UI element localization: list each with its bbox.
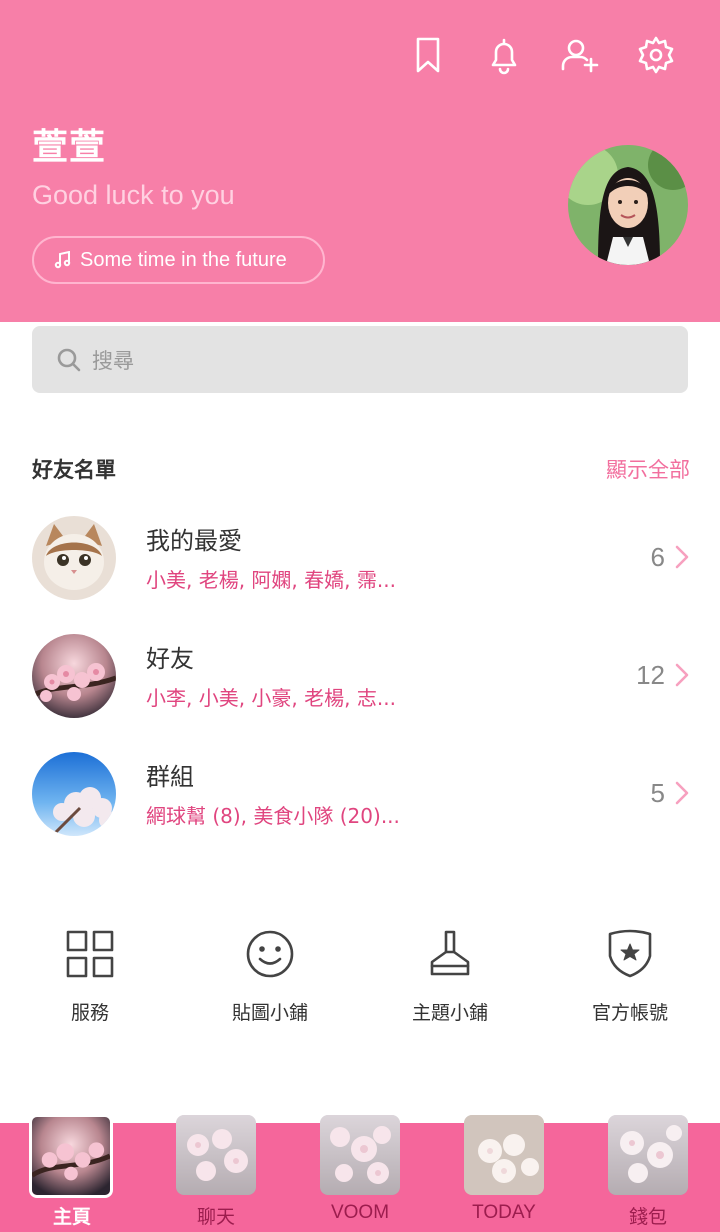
- shortcut-official-accounts[interactable]: 官方帳號: [540, 926, 720, 1036]
- nav-chats[interactable]: 聊天: [171, 1115, 261, 1232]
- list-item-friends[interactable]: 好友 小李, 小美, 小豪, 老楊, 志... 12: [0, 634, 720, 724]
- favorites-thumbnail: [32, 516, 116, 600]
- favorites-count: 6: [650, 542, 665, 572]
- chevron-right-icon: [674, 662, 690, 688]
- friends-members: 小李, 小美, 小豪, 老楊, 志...: [146, 686, 396, 710]
- chevron-right-icon: [674, 544, 690, 570]
- friends-title: 好友: [146, 645, 194, 673]
- home-icon: [29, 1114, 113, 1198]
- bell-icon[interactable]: [476, 32, 532, 78]
- shortcut-sticker-shop-label: 貼圖小鋪: [231, 1002, 308, 1024]
- status-message[interactable]: Good luck to you: [32, 180, 235, 211]
- search-input[interactable]: 搜尋: [32, 326, 688, 393]
- wallet-icon: [608, 1115, 688, 1195]
- settings-icon[interactable]: [628, 32, 684, 78]
- favorites-title: 我的最愛: [146, 527, 242, 555]
- groups-count: 5: [650, 778, 665, 808]
- today-icon: [464, 1115, 544, 1195]
- groups-members: 網球幫 (8), 美食小隊 (20)...: [146, 804, 400, 828]
- smiley-icon: [242, 926, 298, 982]
- nav-voom[interactable]: VOOM: [315, 1115, 405, 1232]
- shortcut-sticker-shop[interactable]: 貼圖小鋪: [180, 926, 360, 1036]
- friends-section-title: 好友名單: [32, 458, 116, 482]
- favorites-members: 小美, 老楊, 阿嫻, 春嬌, 霈...: [146, 568, 396, 592]
- bottom-nav: 主頁 聊天 VOOM TODAY 錢包: [0, 1114, 720, 1232]
- list-item-groups[interactable]: 群組 網球幫 (8), 美食小隊 (20)... 5: [0, 752, 720, 842]
- add-friend-icon[interactable]: [552, 32, 608, 78]
- nav-wallet[interactable]: 錢包: [603, 1115, 693, 1232]
- chat-icon: [176, 1115, 256, 1195]
- grid-icon: [62, 926, 118, 982]
- profile-music-label: Some time in the future: [80, 248, 287, 271]
- music-note-icon: [54, 251, 71, 269]
- nav-today[interactable]: TODAY: [459, 1115, 549, 1232]
- show-all-link[interactable]: 顯示全部: [606, 454, 690, 484]
- shield-star-icon: [602, 926, 658, 982]
- profile-music-button[interactable]: Some time in the future: [32, 236, 325, 284]
- nav-home[interactable]: 主頁: [27, 1114, 117, 1232]
- shortcut-theme-shop-label: 主題小鋪: [411, 1002, 488, 1024]
- shortcut-services[interactable]: 服務: [0, 926, 180, 1036]
- profile-name[interactable]: 萱萱: [32, 118, 106, 170]
- nav-wallet-label: 錢包: [628, 1207, 667, 1228]
- shortcut-theme-shop[interactable]: 主題小鋪: [360, 926, 540, 1036]
- search-icon: [57, 348, 81, 371]
- nav-today-label: TODAY: [472, 1202, 536, 1223]
- nav-voom-label: VOOM: [330, 1202, 390, 1223]
- chevron-right-icon: [674, 780, 690, 806]
- nav-chats-label: 聊天: [196, 1207, 235, 1228]
- avatar[interactable]: [568, 145, 688, 265]
- shortcut-official-accounts-label: 官方帳號: [591, 1002, 668, 1024]
- profile-header: 萱萱 Good luck to you Some time in the fut…: [0, 0, 720, 322]
- list-item-favorites[interactable]: 我的最愛 小美, 老楊, 阿嫻, 春嬌, 霈... 6: [0, 516, 720, 606]
- voom-icon: [320, 1115, 400, 1195]
- shortcut-services-label: 服務: [70, 1002, 109, 1024]
- friends-thumbnail: [32, 634, 116, 718]
- brush-icon: [422, 926, 478, 982]
- nav-home-label: 主頁: [52, 1207, 91, 1228]
- groups-thumbnail: [32, 752, 116, 836]
- bookmark-icon[interactable]: [400, 32, 456, 78]
- header-toolbar: [380, 32, 684, 78]
- friends-count: 12: [636, 660, 665, 690]
- search-placeholder: 搜尋: [92, 348, 134, 373]
- groups-title: 群組: [146, 763, 194, 791]
